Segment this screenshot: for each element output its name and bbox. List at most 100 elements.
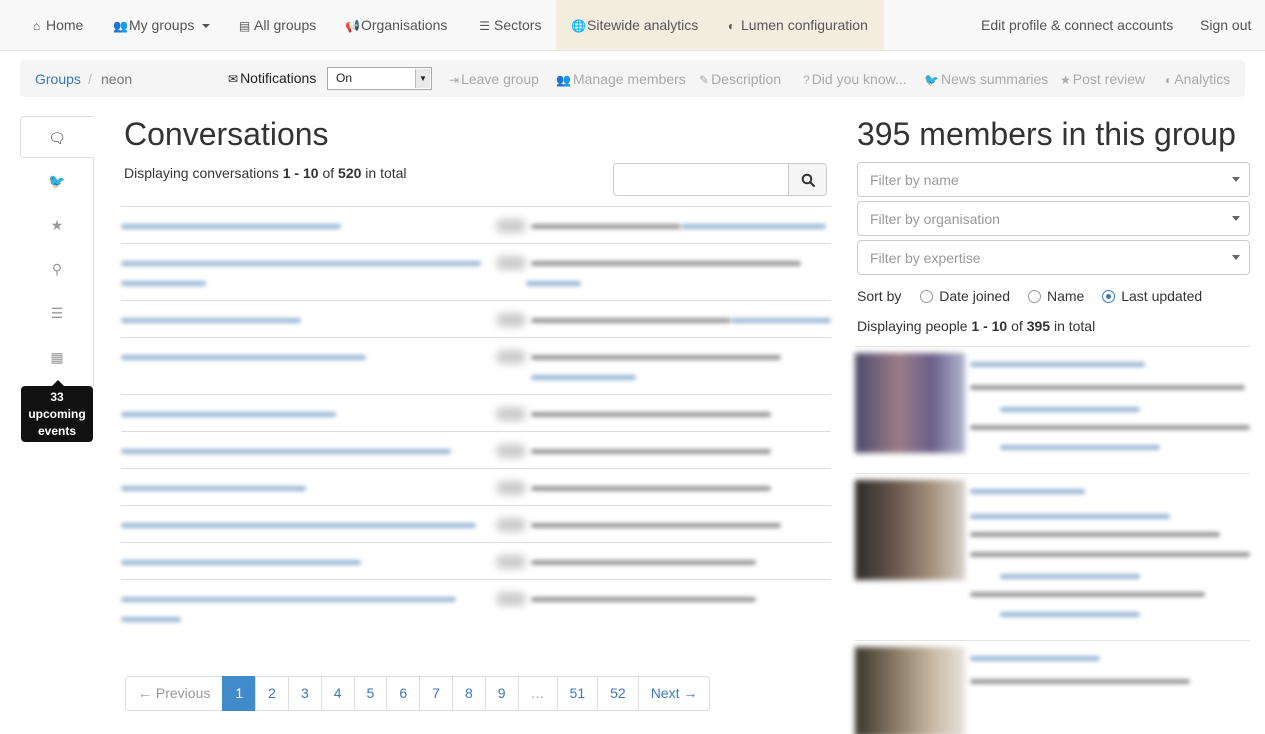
tab-list[interactable]: ☰ <box>20 292 94 334</box>
leave-group-link[interactable]: ⇥ Leave group <box>449 71 539 87</box>
sort-name[interactable]: Name <box>1027 288 1084 304</box>
pagination-page[interactable]: 9 <box>484 676 519 711</box>
section-tabs: 🗨 🐦 ★ ⚲ ☰ ▦ <box>20 116 94 386</box>
conversation-row[interactable] <box>121 394 831 431</box>
avatar <box>855 353 965 453</box>
conv-count-prefix: Displaying conversations <box>124 165 279 181</box>
conversation-row[interactable] <box>121 431 831 468</box>
envelope-icon: ✉ <box>228 72 239 86</box>
pagination-page[interactable]: 52 <box>597 676 639 711</box>
post-review-label: Post review <box>1072 71 1146 87</box>
nav-home-label: Home <box>46 17 84 33</box>
question-icon: ? <box>803 73 810 87</box>
conversation-list <box>121 206 831 629</box>
filter-by-organisation[interactable]: Filter by organisation <box>857 201 1250 236</box>
chevron-down-icon <box>1232 177 1240 182</box>
pagination-next[interactable]: Next → <box>637 676 711 711</box>
description-label: Description <box>711 71 782 87</box>
analytics-link[interactable]: ◐ Analytics <box>1165 71 1230 87</box>
filter-by-name[interactable]: Filter by name <box>857 162 1250 197</box>
pagination-previous[interactable]: ← Previous <box>125 676 224 711</box>
tab-news[interactable]: 🐦 <box>20 160 94 202</box>
tab-events[interactable]: ▦ <box>20 336 94 378</box>
pencil-icon: ✎ <box>699 73 710 87</box>
avatar <box>855 480 965 580</box>
members-count: Displaying people 1 - 10 of 395 in total <box>857 318 1095 334</box>
news-summaries-link[interactable]: 🐦 News summaries <box>924 71 1048 87</box>
radio-name[interactable] <box>1027 290 1041 303</box>
pagination-page[interactable]: 8 <box>451 676 486 711</box>
map-marker-icon: ⚲ <box>51 261 63 277</box>
pagination-page[interactable]: 4 <box>320 676 355 711</box>
member-card[interactable] <box>855 346 1250 462</box>
sort-date-joined[interactable]: Date joined <box>920 288 1010 304</box>
nav-organisations[interactable]: 📢Organisations <box>345 0 447 50</box>
did-you-know-link[interactable]: ? Did you know... <box>803 71 907 87</box>
pagination-page[interactable]: 5 <box>353 676 388 711</box>
calendar-icon: ▦ <box>50 349 64 365</box>
conversations-title: Conversations <box>124 116 329 152</box>
nav-home[interactable]: ⌂ Home <box>30 0 83 50</box>
nav-sitewide-analytics[interactable]: 🌐Sitewide analytics <box>556 0 711 50</box>
pagination-page[interactable]: 2 <box>255 676 289 711</box>
nav-my-groups[interactable]: 👥My groups <box>113 0 211 50</box>
bullhorn-icon: 📢 <box>345 19 360 33</box>
globe-icon: 🌐 <box>571 19 586 33</box>
tab-reviews[interactable]: ★ <box>20 204 94 246</box>
radio-last-updated[interactable] <box>1102 290 1116 303</box>
nav-sign-out[interactable]: Sign out <box>1200 0 1251 50</box>
filter-by-expertise[interactable]: Filter by expertise <box>857 240 1250 275</box>
pagination-page[interactable]: 7 <box>419 676 453 711</box>
pagination-page[interactable]: 6 <box>386 676 421 711</box>
radio-date-joined[interactable] <box>920 290 934 303</box>
mem-count-total: 395 <box>1026 318 1051 334</box>
member-card[interactable] <box>855 473 1250 630</box>
conversation-row[interactable] <box>121 300 831 337</box>
pagination-ellipsis: … <box>517 676 558 711</box>
conversation-row[interactable] <box>121 505 831 542</box>
conversation-row[interactable] <box>121 337 831 394</box>
pagination-page[interactable]: 3 <box>287 676 322 711</box>
post-review-link[interactable]: ★ Post review <box>1060 71 1145 87</box>
nav-my-groups-label: My groups <box>129 17 195 33</box>
conversation-row[interactable] <box>121 542 831 579</box>
nav-sectors[interactable]: ☰ Sectors <box>478 0 541 50</box>
pagination: ← Previous 1 2 3 4 5 6 7 8 9 … 51 52 Nex… <box>125 676 711 711</box>
breadcrumb-groups[interactable]: Groups <box>35 71 81 87</box>
pagination-page[interactable]: 51 <box>556 676 599 711</box>
conv-count-total: 520 <box>338 165 362 181</box>
tab-conversations[interactable]: 🗨 <box>20 116 94 158</box>
list-icon: ☰ <box>479 19 490 33</box>
comments-icon: 🗨 <box>48 130 66 146</box>
sign-out-icon: ⇥ <box>449 73 460 87</box>
nav-all-groups-label: All groups <box>254 17 317 33</box>
description-link[interactable]: ✎ Description <box>699 71 781 87</box>
conversation-row[interactable] <box>121 468 831 505</box>
manage-members-link[interactable]: 👥 Manage members <box>556 71 686 87</box>
conversation-search-button[interactable] <box>788 163 827 196</box>
conversation-row[interactable] <box>121 206 831 243</box>
users-icon: 👥 <box>113 19 128 33</box>
pagination-page[interactable]: 1 <box>222 676 257 711</box>
filter-by-organisation-label: Filter by organisation <box>870 211 1000 227</box>
members-title: 395 members in this group <box>857 116 1236 152</box>
notifications-select[interactable]: On ▼ <box>327 67 432 90</box>
sort-options: Sort by Date joined Name Last updated <box>857 288 1202 304</box>
nav-lumen-configuration-label: Lumen configuration <box>741 17 868 33</box>
sort-last-updated[interactable]: Last updated <box>1102 288 1202 304</box>
mem-count-range: 1 - 10 <box>971 318 1008 334</box>
conversation-search-input[interactable] <box>613 163 789 196</box>
users-icon: 👥 <box>556 73 571 87</box>
conv-count-suffix: in total <box>365 165 407 181</box>
filter-by-expertise-label: Filter by expertise <box>870 250 981 266</box>
nav-edit-profile[interactable]: Edit profile & connect accounts <box>981 0 1173 50</box>
nav-all-groups[interactable]: ▤ All groups <box>238 0 316 50</box>
nav-lumen-configuration[interactable]: ◐ Lumen configuration <box>711 0 884 50</box>
leave-group-label: Leave group <box>461 71 539 87</box>
list-icon: ☰ <box>50 305 64 321</box>
tab-places[interactable]: ⚲ <box>20 248 94 290</box>
conversation-row[interactable] <box>121 243 831 300</box>
member-card[interactable] <box>855 640 1250 734</box>
conversation-row[interactable] <box>121 579 831 629</box>
dashboard-icon: ◐ <box>727 19 736 33</box>
